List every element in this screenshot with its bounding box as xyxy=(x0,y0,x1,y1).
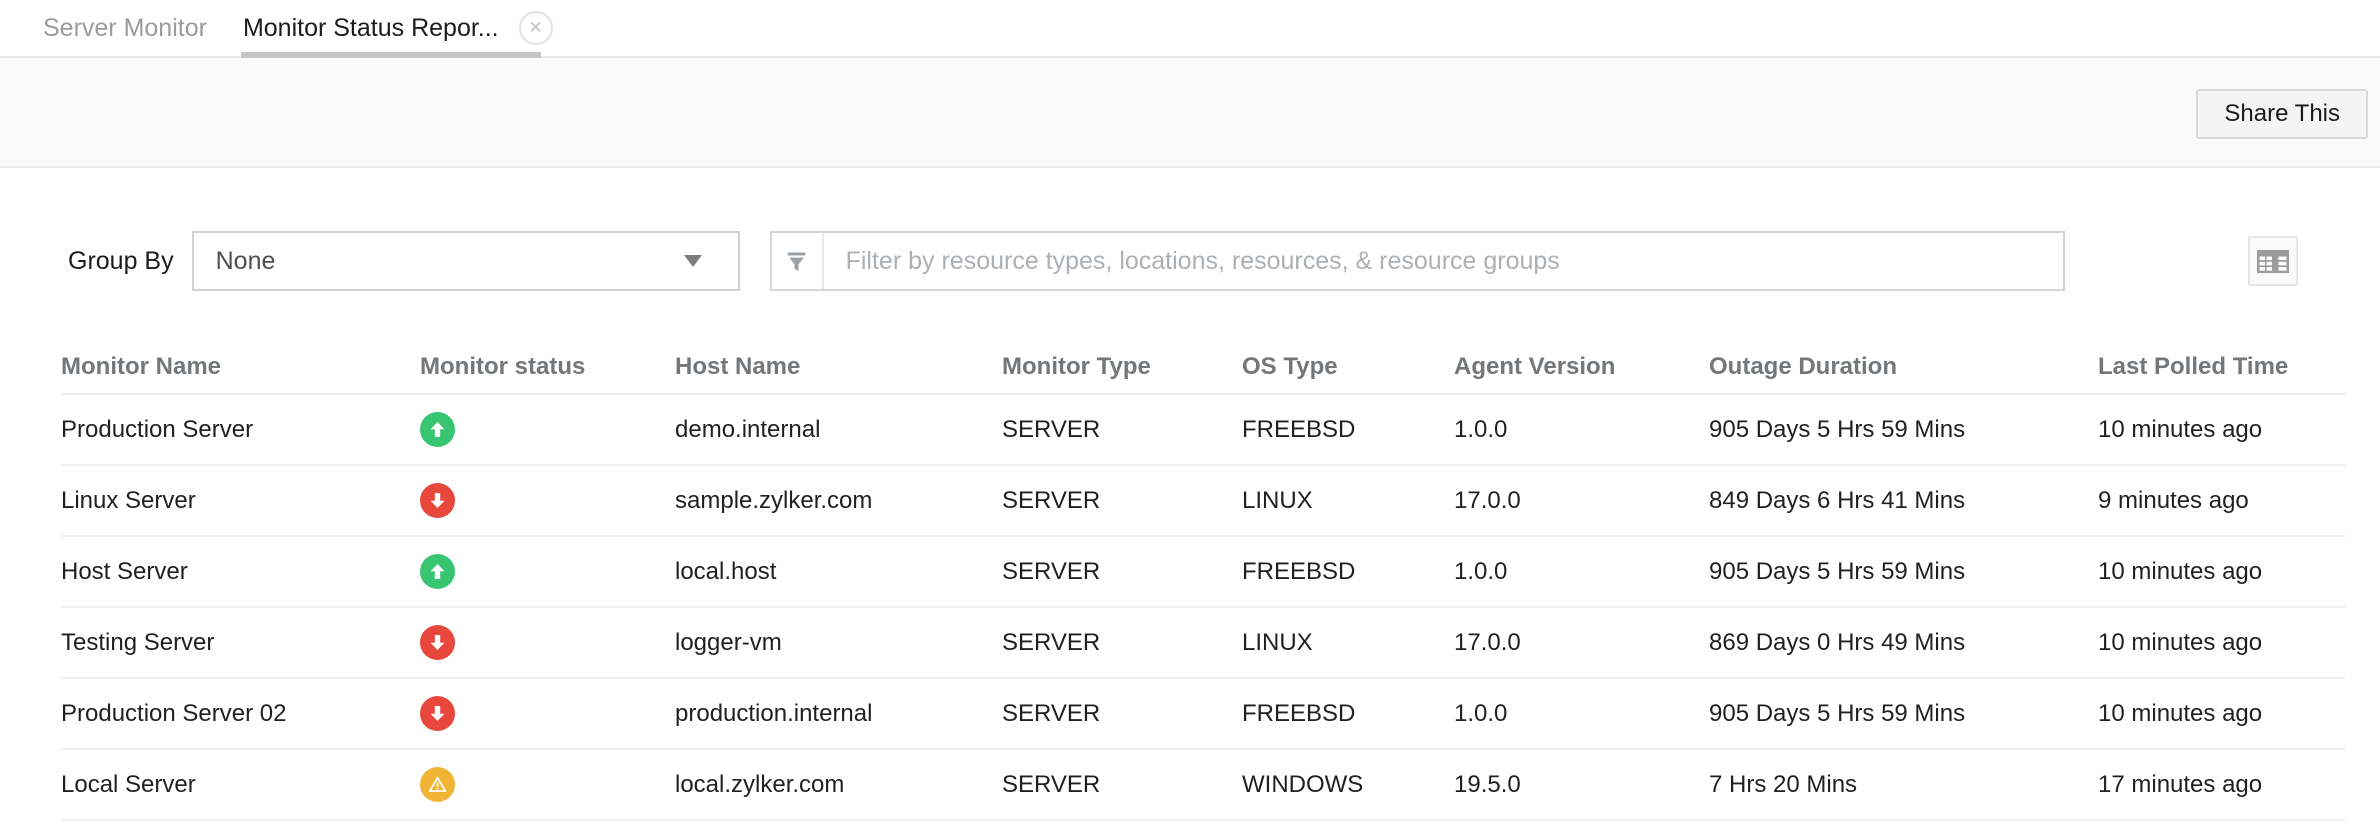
table-row[interactable]: Production Server demo.internalSERVERFREE… xyxy=(61,395,2345,466)
monitor-status-cell xyxy=(420,696,675,732)
outage-duration-cell: 7 Hrs 20 Mins xyxy=(1709,771,2098,799)
host-name-cell: local.host xyxy=(675,558,1002,586)
last-polled-time-cell: 10 minutes ago xyxy=(2098,558,2345,586)
chevron-down-icon xyxy=(684,255,702,267)
agent-version-cell: 17.0.0 xyxy=(1454,629,1709,657)
group-by-label: Group By xyxy=(68,247,174,276)
last-polled-time-cell: 10 minutes ago xyxy=(2098,629,2345,657)
os-type-cell: FREEBSD xyxy=(1242,700,1454,728)
group-by-value: None xyxy=(216,247,684,276)
outage-duration-cell: 905 Days 5 Hrs 59 Mins xyxy=(1709,416,2098,444)
filter-box xyxy=(770,231,2065,291)
column-header-monitor-name[interactable]: Monitor Name xyxy=(61,353,420,381)
tab-bar: Server Monitor Monitor Status Repor... ✕ xyxy=(0,0,2380,58)
monitor-status-cell xyxy=(420,767,675,803)
monitor-type-cell: SERVER xyxy=(1002,629,1242,657)
host-name-cell: demo.internal xyxy=(675,416,1002,444)
monitor-type-cell: SERVER xyxy=(1002,416,1242,444)
os-type-cell: FREEBSD xyxy=(1242,416,1454,444)
monitor-type-cell: SERVER xyxy=(1002,700,1242,728)
table-row[interactable]: Host Server local.hostSERVERFREEBSD1.0.09… xyxy=(61,537,2345,608)
close-icon[interactable]: ✕ xyxy=(519,11,553,45)
table-row[interactable]: Production Server 02 production.internalS… xyxy=(61,679,2345,750)
share-this-button[interactable]: Share This xyxy=(2196,89,2368,139)
monitor-name-cell: Production Server xyxy=(61,416,420,444)
arrow-up-icon xyxy=(420,554,455,589)
table-body: Production Serverdemo.internalSERVERFREE… xyxy=(61,395,2345,821)
os-type-cell: LINUX xyxy=(1242,629,1454,657)
last-polled-time-cell: 9 minutes ago xyxy=(2098,487,2345,515)
funnel-icon[interactable] xyxy=(772,233,824,289)
tab-monitor-status-report[interactable]: Monitor Status Repor... ✕ xyxy=(235,0,561,56)
monitor-status-table: Monitor NameMonitor statusHost NameMonit… xyxy=(61,341,2345,821)
tab-server-monitor[interactable]: Server Monitor xyxy=(33,0,217,56)
outage-duration-cell: 869 Days 0 Hrs 49 Mins xyxy=(1709,629,2098,657)
host-name-cell: local.zylker.com xyxy=(675,771,1002,799)
agent-version-cell: 1.0.0 xyxy=(1454,700,1709,728)
warning-triangle-icon xyxy=(420,767,455,802)
os-type-cell: FREEBSD xyxy=(1242,558,1454,586)
column-header-last-polled-time[interactable]: Last Polled Time xyxy=(2098,353,2345,381)
table-header-row: Monitor NameMonitor statusHost NameMonit… xyxy=(61,341,2345,395)
monitor-name-cell: Host Server xyxy=(61,558,420,586)
monitor-name-cell: Local Server xyxy=(61,771,420,799)
monitor-type-cell: SERVER xyxy=(1002,487,1242,515)
filter-controls: Group By None xyxy=(0,231,2380,291)
filter-input[interactable] xyxy=(824,233,2063,289)
monitor-name-cell: Linux Server xyxy=(61,487,420,515)
tab-label: Monitor Status Repor... xyxy=(243,14,499,43)
host-name-cell: sample.zylker.com xyxy=(675,487,1002,515)
arrow-down-icon xyxy=(420,625,455,660)
last-polled-time-cell: 10 minutes ago xyxy=(2098,416,2345,444)
outage-duration-cell: 905 Days 5 Hrs 59 Mins xyxy=(1709,558,2098,586)
os-type-cell: LINUX xyxy=(1242,487,1454,515)
column-header-agent-version[interactable]: Agent Version xyxy=(1454,353,1709,381)
os-type-cell: WINDOWS xyxy=(1242,771,1454,799)
monitor-status-cell xyxy=(420,554,675,590)
arrow-up-icon xyxy=(420,412,455,447)
monitor-status-cell xyxy=(420,625,675,661)
agent-version-cell: 19.5.0 xyxy=(1454,771,1709,799)
agent-version-cell: 17.0.0 xyxy=(1454,487,1709,515)
monitor-name-cell: Production Server 02 xyxy=(61,700,420,728)
last-polled-time-cell: 10 minutes ago xyxy=(2098,700,2345,728)
table-row[interactable]: Local Server local.zylker.comSERVERWINDOW… xyxy=(61,750,2345,821)
monitor-name-cell: Testing Server xyxy=(61,629,420,657)
column-header-outage-duration[interactable]: Outage Duration xyxy=(1709,353,2098,381)
agent-version-cell: 1.0.0 xyxy=(1454,416,1709,444)
host-name-cell: logger-vm xyxy=(675,629,1002,657)
host-name-cell: production.internal xyxy=(675,700,1002,728)
column-header-monitor-status[interactable]: Monitor status xyxy=(420,353,675,381)
group-by-dropdown[interactable]: None xyxy=(192,231,740,291)
monitor-type-cell: SERVER xyxy=(1002,558,1242,586)
monitor-status-cell xyxy=(420,412,675,448)
monitor-type-cell: SERVER xyxy=(1002,771,1242,799)
arrow-down-icon xyxy=(420,483,455,518)
table-row[interactable]: Testing Server logger-vmSERVERLINUX17.0.0… xyxy=(61,608,2345,679)
column-header-host-name[interactable]: Host Name xyxy=(675,353,1002,381)
toolbar: Share This xyxy=(0,58,2380,168)
column-header-os-type[interactable]: OS Type xyxy=(1242,353,1454,381)
column-chooser-button[interactable] xyxy=(2248,236,2298,286)
arrow-down-icon xyxy=(420,696,455,731)
agent-version-cell: 1.0.0 xyxy=(1454,558,1709,586)
table-row[interactable]: Linux Server sample.zylker.comSERVERLINUX… xyxy=(61,466,2345,537)
outage-duration-cell: 905 Days 5 Hrs 59 Mins xyxy=(1709,700,2098,728)
monitor-status-cell xyxy=(420,483,675,519)
column-header-monitor-type[interactable]: Monitor Type xyxy=(1002,353,1242,381)
last-polled-time-cell: 17 minutes ago xyxy=(2098,771,2345,799)
outage-duration-cell: 849 Days 6 Hrs 41 Mins xyxy=(1709,487,2098,515)
table-columns-icon xyxy=(2256,249,2290,274)
